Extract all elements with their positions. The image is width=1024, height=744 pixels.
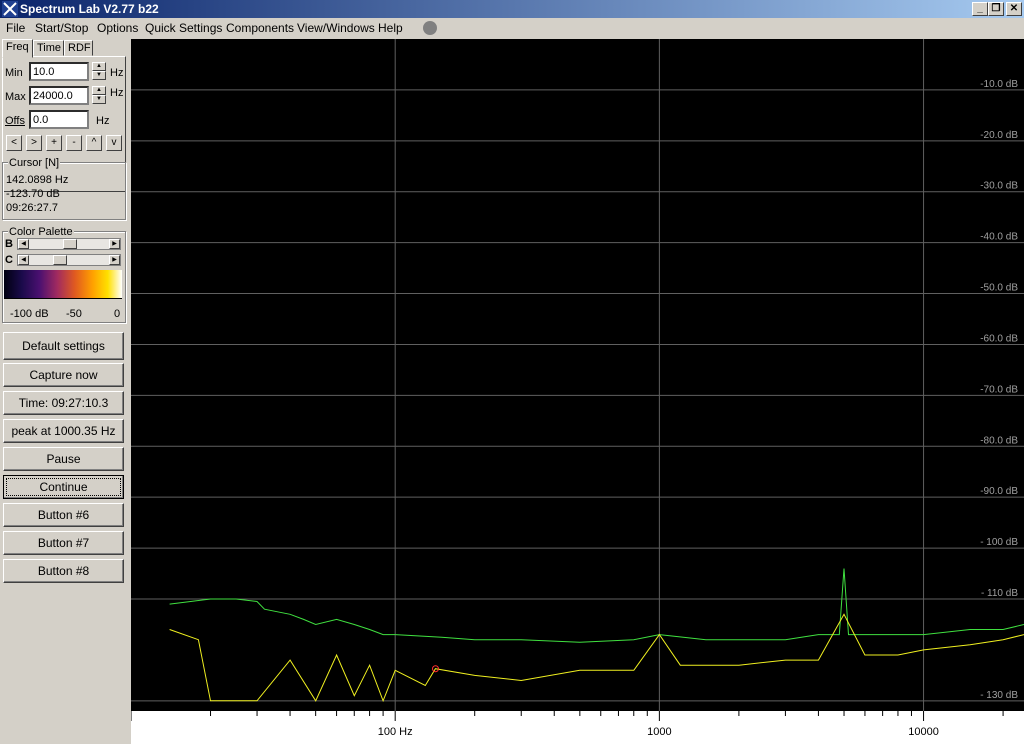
cursor-freq: 142.0898 Hz (6, 174, 69, 186)
continue-button[interactable]: Continue (3, 475, 124, 499)
palette-scale-max: 0 (114, 308, 121, 320)
min-label: Min (5, 67, 23, 79)
max-unit: Hz (110, 87, 124, 99)
minimize-button[interactable]: _ (972, 2, 988, 16)
offs-unit: Hz (96, 115, 110, 127)
slider-right-icon[interactable]: ▶ (109, 255, 120, 265)
y-tick-label: -40.0 dB (980, 232, 1018, 243)
button-6[interactable]: Button #6 (3, 503, 124, 527)
max-freq-input[interactable]: 24000.0 (29, 86, 89, 105)
palette-ticks (4, 298, 122, 304)
button-7[interactable]: Button #7 (3, 531, 124, 555)
tab-freq[interactable]: Freq (2, 39, 33, 58)
window-title: Spectrum Lab V2.77 b22 (20, 2, 159, 16)
plot-background (131, 39, 1024, 711)
y-tick-label: - 130 dB (980, 690, 1018, 701)
shift-down-button[interactable]: v (106, 135, 122, 151)
cursor-time: 09:26:27.7 (6, 202, 58, 214)
tab-rdf[interactable]: RDF (64, 40, 93, 56)
palette-title: Color Palette (8, 226, 74, 238)
menu-options[interactable]: Options (97, 21, 138, 35)
min-unit: Hz (110, 67, 124, 79)
offs-label[interactable]: Offs (5, 115, 25, 127)
brightness-thumb[interactable] (63, 239, 77, 249)
button-8[interactable]: Button #8 (3, 559, 124, 583)
spectrum-lab-icon (2, 1, 18, 17)
menu-start-stop[interactable]: Start/Stop (35, 21, 88, 35)
menu-components[interactable]: Components (226, 21, 294, 35)
y-tick-label: -90.0 dB (980, 486, 1018, 497)
freq-axis (131, 711, 1024, 744)
y-tick-label: - 110 dB (981, 588, 1018, 599)
palette-scale-mid: -50 (66, 308, 82, 320)
control-panel: Freq Time RDF Min 10.0 ▲ ▼ Hz Max 24000.0… (0, 38, 130, 744)
close-button[interactable]: ✕ (1006, 2, 1022, 16)
default-settings-button[interactable]: Default settings (3, 332, 124, 360)
shift-up-button[interactable]: ^ (86, 135, 102, 151)
menu-view-windows[interactable]: View/Windows (297, 21, 375, 35)
maximize-button[interactable]: ❐ (988, 2, 1004, 16)
min-freq-spinner[interactable]: ▲ ▼ (92, 62, 106, 80)
x-tick-label: 100 Hz (378, 726, 413, 738)
palette-scale-min: -100 dB (10, 308, 49, 320)
tab-time[interactable]: Time (33, 40, 64, 56)
color-palette-bar (4, 270, 122, 298)
time-button[interactable]: Time: 09:27:10.3 (3, 391, 124, 415)
y-tick-label: -50.0 dB (980, 283, 1018, 294)
scroll-left-button[interactable]: < (6, 135, 22, 151)
status-indicator-icon (423, 21, 437, 35)
y-tick-label: -10.0 dB (980, 79, 1018, 90)
max-label: Max (5, 91, 26, 103)
contrast-thumb[interactable] (52, 255, 67, 265)
scroll-right-button[interactable]: > (26, 135, 42, 151)
zoom-out-button[interactable]: - (66, 135, 82, 151)
y-tick-label: - 100 dB (980, 537, 1018, 548)
spectrum-plot[interactable]: -10.0 dB -20.0 dB -30.0 dB -40.0 dB -50.0 dB… (131, 39, 1024, 744)
pause-button[interactable]: Pause (3, 447, 124, 471)
y-tick-label: -70.0 dB (980, 384, 1018, 395)
y-tick-label: -60.0 dB (980, 333, 1018, 344)
y-tick-label: -80.0 dB (980, 435, 1018, 446)
menu-file[interactable]: File (6, 21, 25, 35)
zoom-in-button[interactable]: + (46, 135, 62, 151)
slider-left-icon[interactable]: ◀ (18, 255, 29, 265)
title-bar: Spectrum Lab V2.77 b22 _ ❐ ✕ (0, 0, 1024, 18)
menu-help[interactable]: Help (378, 21, 403, 35)
min-freq-input[interactable]: 10.0 (29, 62, 89, 81)
x-tick-label: 10000 (908, 726, 939, 738)
x-tick-label: 1000 (647, 726, 671, 738)
y-tick-label: -20.0 dB (980, 130, 1018, 141)
capture-now-button[interactable]: Capture now (3, 363, 124, 387)
menu-quick-settings[interactable]: Quick Settings (145, 21, 222, 35)
menu-bar: File Start/Stop Options Quick Settings C… (0, 18, 1024, 38)
brightness-label: B (5, 238, 13, 250)
cursor-group: Cursor [N] 142.0898 Hz -123.70 dB 09:26:… (2, 157, 126, 220)
peak-button[interactable]: peak at 1000.35 Hz (3, 419, 124, 443)
offset-input[interactable]: 0.0 (29, 110, 89, 129)
cursor-title: Cursor [N] (8, 157, 61, 169)
slider-right-icon[interactable]: ▶ (109, 239, 120, 249)
slider-left-icon[interactable]: ◀ (18, 239, 29, 249)
max-freq-spinner[interactable]: ▲ ▼ (92, 86, 106, 104)
y-tick-label: -30.0 dB (980, 181, 1018, 192)
contrast-slider[interactable]: ◀ ▶ (17, 254, 121, 266)
cursor-level: -123.70 dB (6, 188, 60, 200)
brightness-slider[interactable]: ◀ ▶ (17, 238, 121, 250)
contrast-label: C (5, 254, 13, 266)
